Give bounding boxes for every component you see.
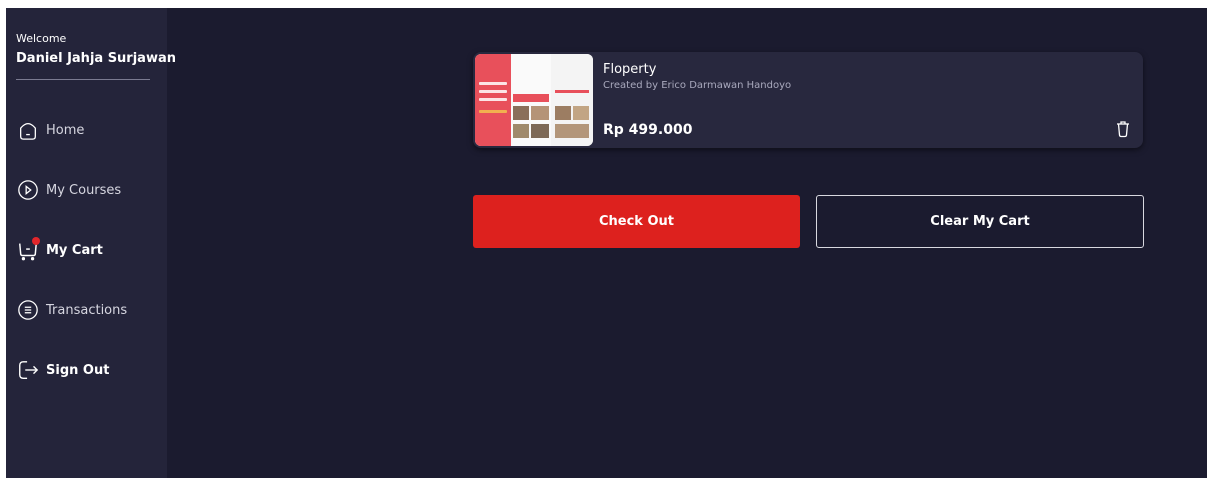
app-window: Welcome Daniel Jahja Surjawan Home My Co… [6,8,1207,478]
sidebar-item-label: Transactions [46,302,128,318]
sign-out-icon [16,358,40,382]
user-name: Daniel Jahja Surjawan [16,51,176,66]
sidebar-item-label: Sign Out [46,362,110,378]
sidebar: Welcome Daniel Jahja Surjawan Home My Co… [6,8,176,478]
cart-icon [16,237,40,262]
course-title: Floperty [603,62,657,77]
receipt-icon [16,298,40,322]
cart-item-info: Floperty Created by Erico Darmawan Hando… [593,54,1141,146]
course-author: Created by Erico Darmawan Handoyo [603,80,792,91]
sidebar-item-transactions[interactable]: Transactions [16,280,155,340]
sidebar-item-label: Home [46,122,85,138]
cart-badge-dot [32,237,40,245]
main-content: Floperty Created by Erico Darmawan Hando… [167,8,1207,478]
thumbnail-screen-list [511,54,551,146]
cart-item: Floperty Created by Erico Darmawan Hando… [473,52,1143,148]
checkout-button[interactable]: Check Out [473,195,800,248]
course-thumbnail [475,54,593,146]
play-circle-icon [16,178,40,202]
welcome-label: Welcome [16,32,67,45]
sidebar-item-label: My Courses [46,182,122,198]
sidebar-item-sign-out[interactable]: Sign Out [16,340,155,400]
sidebar-divider [16,79,150,80]
sidebar-item-home[interactable]: Home [16,100,155,160]
thumbnail-screen-login [475,54,511,146]
sidebar-nav: Home My Courses My Cart Transactions Sig… [16,100,155,400]
course-price: Rp 499.000 [603,122,693,138]
sidebar-item-label: My Cart [46,242,103,258]
sidebar-item-my-cart[interactable]: My Cart [16,220,155,280]
sidebar-item-my-courses[interactable]: My Courses [16,160,155,220]
home-icon [16,118,40,142]
thumbnail-screen-detail [551,54,593,146]
trash-icon[interactable] [1115,120,1131,138]
clear-cart-button[interactable]: Clear My Cart [816,195,1144,248]
